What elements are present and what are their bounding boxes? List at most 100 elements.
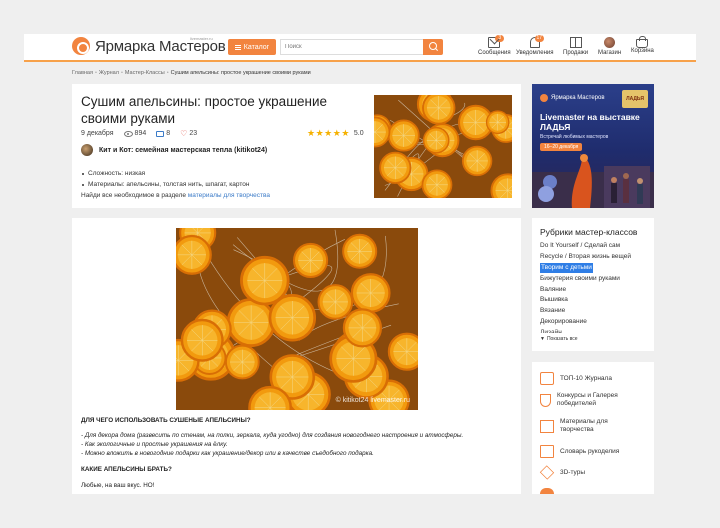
rating[interactable]: ★ ★ ★ ★ ★ 5.0	[307, 128, 364, 139]
mail-icon: 3	[488, 35, 505, 48]
orange-slice	[379, 151, 412, 184]
nav-label: Уведомления	[516, 50, 554, 56]
chevron-down-icon: ▼	[540, 336, 545, 342]
menu-icon	[234, 44, 241, 50]
rubric-item[interactable]: Валяние	[540, 285, 650, 296]
logo-subtext: livemaster.ru	[190, 36, 213, 41]
box-icon	[540, 419, 554, 433]
link-top10[interactable]: ТОП-10 Журнала	[540, 372, 612, 385]
orange-slice	[317, 284, 354, 320]
rubric-item[interactable]: Do It Yourself / Сделай сам	[540, 241, 650, 252]
nav-sales[interactable]: Продажи	[563, 37, 588, 56]
cube-icon	[539, 465, 555, 480]
search-input[interactable]	[280, 39, 423, 55]
link-dictionary[interactable]: Словарь рукоделия	[540, 445, 619, 458]
eye-icon	[123, 130, 133, 137]
more-icon	[540, 488, 554, 494]
article-content: © kitikot24 livemaster.ru ДЛЯ ЧЕГО ИСПОЛ…	[72, 218, 521, 494]
catalog-label: Каталог	[243, 43, 270, 51]
nav-notifications[interactable]: 17 Уведомления	[516, 35, 554, 56]
detail-materials: Материалы: апельсины, толстая нить, шпаг…	[81, 179, 270, 190]
site-header: Ярмарка Мастеров livemaster.ru Каталог 3…	[24, 34, 696, 62]
breadcrumb: Главная • Журнал • Мастер-Классы • Сушим апель…	[72, 70, 311, 76]
star-icon: ★	[324, 128, 333, 138]
article-main-image[interactable]: © kitikot24 livemaster.ru	[176, 228, 418, 410]
orange-slice	[226, 298, 276, 347]
author-name: Кит и Кот: семейная мастерская тепла (ki…	[99, 146, 268, 154]
link-contests[interactable]: Конкурсы и Галерея победителей	[540, 392, 650, 408]
section-heading: КАКИЕ АПЕЛЬСИНЫ БРАТЬ?	[81, 466, 172, 473]
rubric-item[interactable]: Дизайн	[540, 328, 650, 333]
rubric-list: Do It Yourself / Сделай сам Recycle / Вт…	[540, 241, 650, 333]
orange-slice	[342, 233, 378, 269]
author-link[interactable]: Кит и Кот: семейная мастерская тепла (ki…	[81, 144, 267, 156]
bell-icon: 17	[529, 35, 544, 48]
comments-count[interactable]: 8	[156, 130, 170, 137]
detail-difficulty: Сложность: низкая	[81, 168, 270, 179]
materials-link[interactable]: материалы для творчества	[188, 192, 270, 199]
star-icon: ★	[341, 128, 350, 138]
comment-icon	[156, 130, 165, 137]
image-watermark: © kitikot24 livemaster.ru	[335, 397, 410, 404]
nav-label: Корзина	[631, 48, 654, 54]
content-paragraph: Любые, на ваш вкус. НО!	[81, 482, 155, 489]
page-title: Сушим апельсины: простое украшение своим…	[81, 94, 328, 126]
nav-cart[interactable]: Корзина	[631, 36, 654, 54]
link-3d-tours[interactable]: 3D-туры	[539, 465, 585, 480]
rubrics-card: Рубрики мастер-классов Do It Yourself / …	[532, 218, 654, 351]
notifications-badge: 17	[534, 35, 544, 42]
rubric-item[interactable]: Вышивка	[540, 295, 650, 306]
orange-slice	[421, 169, 453, 198]
orange-slice	[176, 234, 212, 275]
rubric-item[interactable]: Творим с детьми	[540, 262, 593, 273]
nav-label: Магазин	[598, 50, 622, 56]
rating-value: 5.0	[353, 130, 364, 137]
star-icon: ★	[307, 128, 316, 138]
orange-slice	[422, 126, 450, 154]
nav-shop[interactable]: Магазин	[598, 37, 621, 56]
box-icon	[569, 37, 582, 48]
heart-icon: ♡	[180, 129, 188, 138]
breadcrumb-link[interactable]: Журнал	[99, 70, 119, 76]
orange-slice	[240, 255, 290, 306]
orange-slice	[485, 110, 510, 135]
nav-label: Сообщения	[478, 50, 511, 56]
materials-note: Найди все необходимое в разделе материал…	[81, 192, 270, 199]
nav-label: Продажи	[563, 50, 589, 56]
views-count: 894	[123, 130, 146, 137]
article-details: Сложность: низкая Материалы: апельсины, …	[81, 168, 270, 201]
promo-banner[interactable]: Ярмарка Мастеров ЛАДЬЯ Livemaster на выс…	[532, 84, 654, 208]
article-thumbnail[interactable]	[374, 95, 512, 198]
article-date: 9 декабря	[81, 130, 114, 137]
orange-slice	[461, 145, 493, 177]
orange-slice	[387, 332, 418, 371]
show-all-link[interactable]: ▼ Показать все	[540, 336, 579, 342]
orange-slice	[224, 344, 260, 380]
star-icon: ★	[332, 128, 341, 138]
thumbs-up-icon	[540, 372, 554, 385]
messages-badge: 3	[495, 35, 505, 42]
orange-slice	[422, 95, 456, 125]
avatar	[604, 37, 616, 48]
likes-count[interactable]: ♡ 23	[180, 129, 197, 138]
trophy-icon	[540, 393, 551, 407]
breadcrumb-link[interactable]: Мастер-Классы	[125, 70, 165, 76]
rubric-item[interactable]: Бижутерия своими руками	[540, 274, 650, 285]
rubric-item[interactable]: Вязание	[540, 306, 650, 317]
nav-messages[interactable]: 3 Сообщения	[478, 35, 511, 56]
search-button[interactable]	[423, 39, 443, 55]
book-icon	[540, 445, 554, 458]
cart-icon	[636, 36, 649, 48]
rubrics-title: Рубрики мастер-классов	[540, 227, 638, 237]
rubric-item[interactable]: Декорирование	[540, 317, 650, 328]
breadcrumb-link[interactable]: Главная	[72, 70, 93, 76]
content-line: - Как экологичные и простые украшения на…	[81, 441, 228, 448]
content-line: - Для декора дома (развесить по стенам, …	[81, 432, 464, 439]
star-icon: ★	[315, 128, 324, 138]
rubric-item[interactable]: Recycle / Вторая жизнь вещей	[540, 252, 650, 263]
article-meta: 9 декабря 894 8 ♡ 23	[81, 129, 207, 138]
site-logo[interactable]: Ярмарка Мастеров livemaster.ru	[72, 36, 226, 55]
banner-illustration	[532, 154, 654, 208]
link-materials[interactable]: Материалы для творчества	[540, 418, 640, 434]
catalog-button[interactable]: Каталог	[228, 39, 276, 55]
